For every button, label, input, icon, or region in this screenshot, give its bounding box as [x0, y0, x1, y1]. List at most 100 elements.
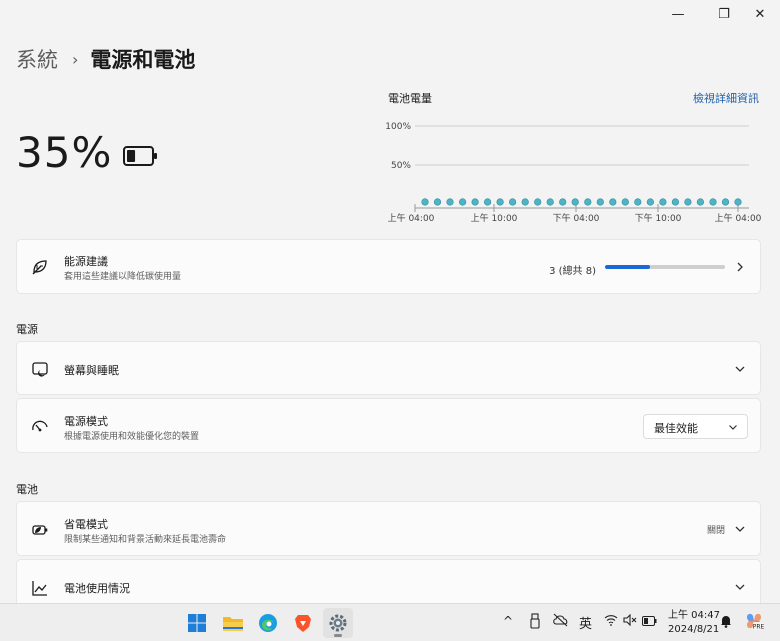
- onedrive-button[interactable]: [552, 613, 569, 630]
- taskbar-file-explorer[interactable]: [218, 608, 248, 638]
- chart-point: [446, 198, 454, 206]
- chart-point: [709, 198, 717, 206]
- chart-point: [609, 198, 617, 206]
- wifi-icon: [604, 615, 618, 626]
- clock-date: 2024/8/21: [668, 624, 720, 635]
- brave-icon: [295, 615, 311, 632]
- battery-icon: [123, 146, 157, 166]
- battery-saver-status: 關閉: [706, 526, 725, 536]
- bell-icon: [721, 616, 731, 628]
- screen-sleep-title: 螢幕與睡眠: [64, 364, 119, 377]
- taskbar: ^ 英 上午 04:47 2024/8/21 PRE: [0, 603, 780, 641]
- taskbar-clock[interactable]: 上午 04:47 2024/8/21: [668, 609, 720, 637]
- taskbar-brave[interactable]: [288, 608, 318, 638]
- breadcrumb-separator: ›: [72, 49, 79, 69]
- battery-usage-title: 電池使用情況: [64, 582, 130, 595]
- screen-sleep-icon: [32, 362, 48, 377]
- maximize-button[interactable]: ❐: [704, 0, 744, 28]
- chevron-down-icon: [735, 366, 745, 372]
- breadcrumb: 系統 › 電源和電池: [16, 44, 195, 74]
- chart-point: [483, 198, 492, 206]
- battery-usage-card[interactable]: 電池使用情況: [16, 559, 761, 609]
- chart-point: [458, 198, 467, 206]
- copilot-button[interactable]: PRE: [744, 611, 764, 634]
- chart-point: [421, 198, 429, 206]
- x-tick-label: 上午 04:00: [388, 212, 435, 224]
- taskbar-settings[interactable]: [323, 608, 353, 638]
- close-icon: ✕: [754, 6, 766, 22]
- y-tick-label: 100%: [385, 122, 411, 132]
- gauge-icon: [32, 420, 48, 432]
- chart-point: [509, 198, 517, 206]
- chart-point: [646, 198, 655, 206]
- power-mode-card: 電源模式 根據電源使用和效能優化您的裝置 最佳效能: [16, 398, 761, 453]
- usb-device-button[interactable]: [529, 613, 541, 632]
- screen-sleep-card[interactable]: 螢幕與睡眠: [16, 341, 761, 395]
- close-button[interactable]: ✕: [740, 0, 780, 28]
- chart-point: [433, 198, 442, 206]
- cloud-off-icon: [553, 613, 568, 627]
- power-mode-title: 電源模式: [64, 415, 108, 428]
- chart-point: [571, 198, 579, 206]
- battery-saver-card[interactable]: 省電模式 限制某些通知和背景活動來延長電池壽命 關閉: [16, 501, 761, 556]
- battery-tray-button[interactable]: [642, 615, 657, 629]
- file-explorer-icon: [223, 617, 243, 631]
- chart-point: [596, 198, 604, 206]
- chart-title: 電池電量: [388, 92, 432, 105]
- chart-point: [671, 198, 680, 206]
- chart-point: [659, 198, 667, 206]
- chart-point: [584, 198, 592, 206]
- ime-indicator[interactable]: 英: [579, 613, 592, 632]
- chevron-down-icon: [729, 425, 737, 430]
- minimize-button[interactable]: —: [658, 0, 698, 28]
- volume-button[interactable]: [623, 613, 637, 629]
- chart-point: [496, 198, 504, 206]
- recommendation-progress-fill: [605, 265, 650, 269]
- usb-icon: [530, 613, 540, 629]
- start-button[interactable]: [182, 608, 212, 638]
- energy-recommendations-card[interactable]: 能源建議 套用這些建議以降低碳使用量 3 (總共 8): [16, 239, 761, 294]
- windows-start-icon: [188, 614, 206, 632]
- chart-point: [634, 198, 642, 206]
- battery-saver-icon: [32, 525, 48, 535]
- chart-point: [471, 198, 479, 206]
- settings-icon: [329, 614, 347, 632]
- battery-saver-subtitle: 限制某些通知和背景活動來延長電池壽命: [64, 535, 227, 545]
- breadcrumb-parent[interactable]: 系統: [16, 44, 58, 74]
- battery-percent: 35%: [16, 128, 113, 177]
- leaf-icon: [32, 260, 47, 275]
- x-tick-label: 下午 10:00: [635, 212, 682, 224]
- section-header-power: 電源: [16, 323, 38, 336]
- battery-level-chart: 100% 50% 上午 04:00 上午 10:00 下午 04:00 下午 1…: [385, 122, 762, 224]
- power-mode-subtitle: 根據電源使用和效能優化您的裝置: [64, 432, 200, 442]
- tray-overflow-button[interactable]: ^: [503, 614, 513, 628]
- energy-recommendations-subtitle: 套用這些建議以降低碳使用量: [64, 272, 182, 282]
- chart-point: [734, 198, 742, 206]
- notifications-button[interactable]: [720, 614, 732, 631]
- battery-saver-title: 省電模式: [64, 518, 108, 531]
- chevron-down-icon: [735, 526, 745, 532]
- network-button[interactable]: [604, 614, 618, 629]
- view-details-link[interactable]: 檢視詳細資訊: [693, 90, 759, 106]
- chart-point: [559, 198, 567, 206]
- maximize-icon: ❐: [718, 6, 730, 22]
- recommendation-count: 3 (總共 8): [549, 266, 596, 277]
- chart-point: [546, 198, 554, 206]
- chart-point: [684, 198, 692, 206]
- battery-level-fill: [127, 150, 136, 162]
- x-tick-label: 上午 10:00: [471, 212, 518, 224]
- section-header-battery: 電池: [16, 483, 38, 496]
- title-bar: — ❐ ✕: [0, 0, 780, 30]
- chart-point: [721, 198, 730, 206]
- clock-time: 上午 04:47: [668, 610, 720, 621]
- power-mode-dropdown[interactable]: 最佳效能: [643, 414, 748, 439]
- taskbar-edge[interactable]: [253, 608, 283, 638]
- x-tick-label: 下午 04:00: [553, 212, 600, 224]
- ime-label: 英: [579, 617, 593, 632]
- energy-recommendations-title: 能源建議: [64, 255, 108, 268]
- chart-point: [534, 198, 542, 206]
- x-tick-label: 上午 04:00: [715, 212, 762, 224]
- page-title: 電源和電池: [90, 48, 196, 72]
- svg-text:PRE: PRE: [753, 624, 764, 631]
- chevron-right-icon: [737, 262, 743, 272]
